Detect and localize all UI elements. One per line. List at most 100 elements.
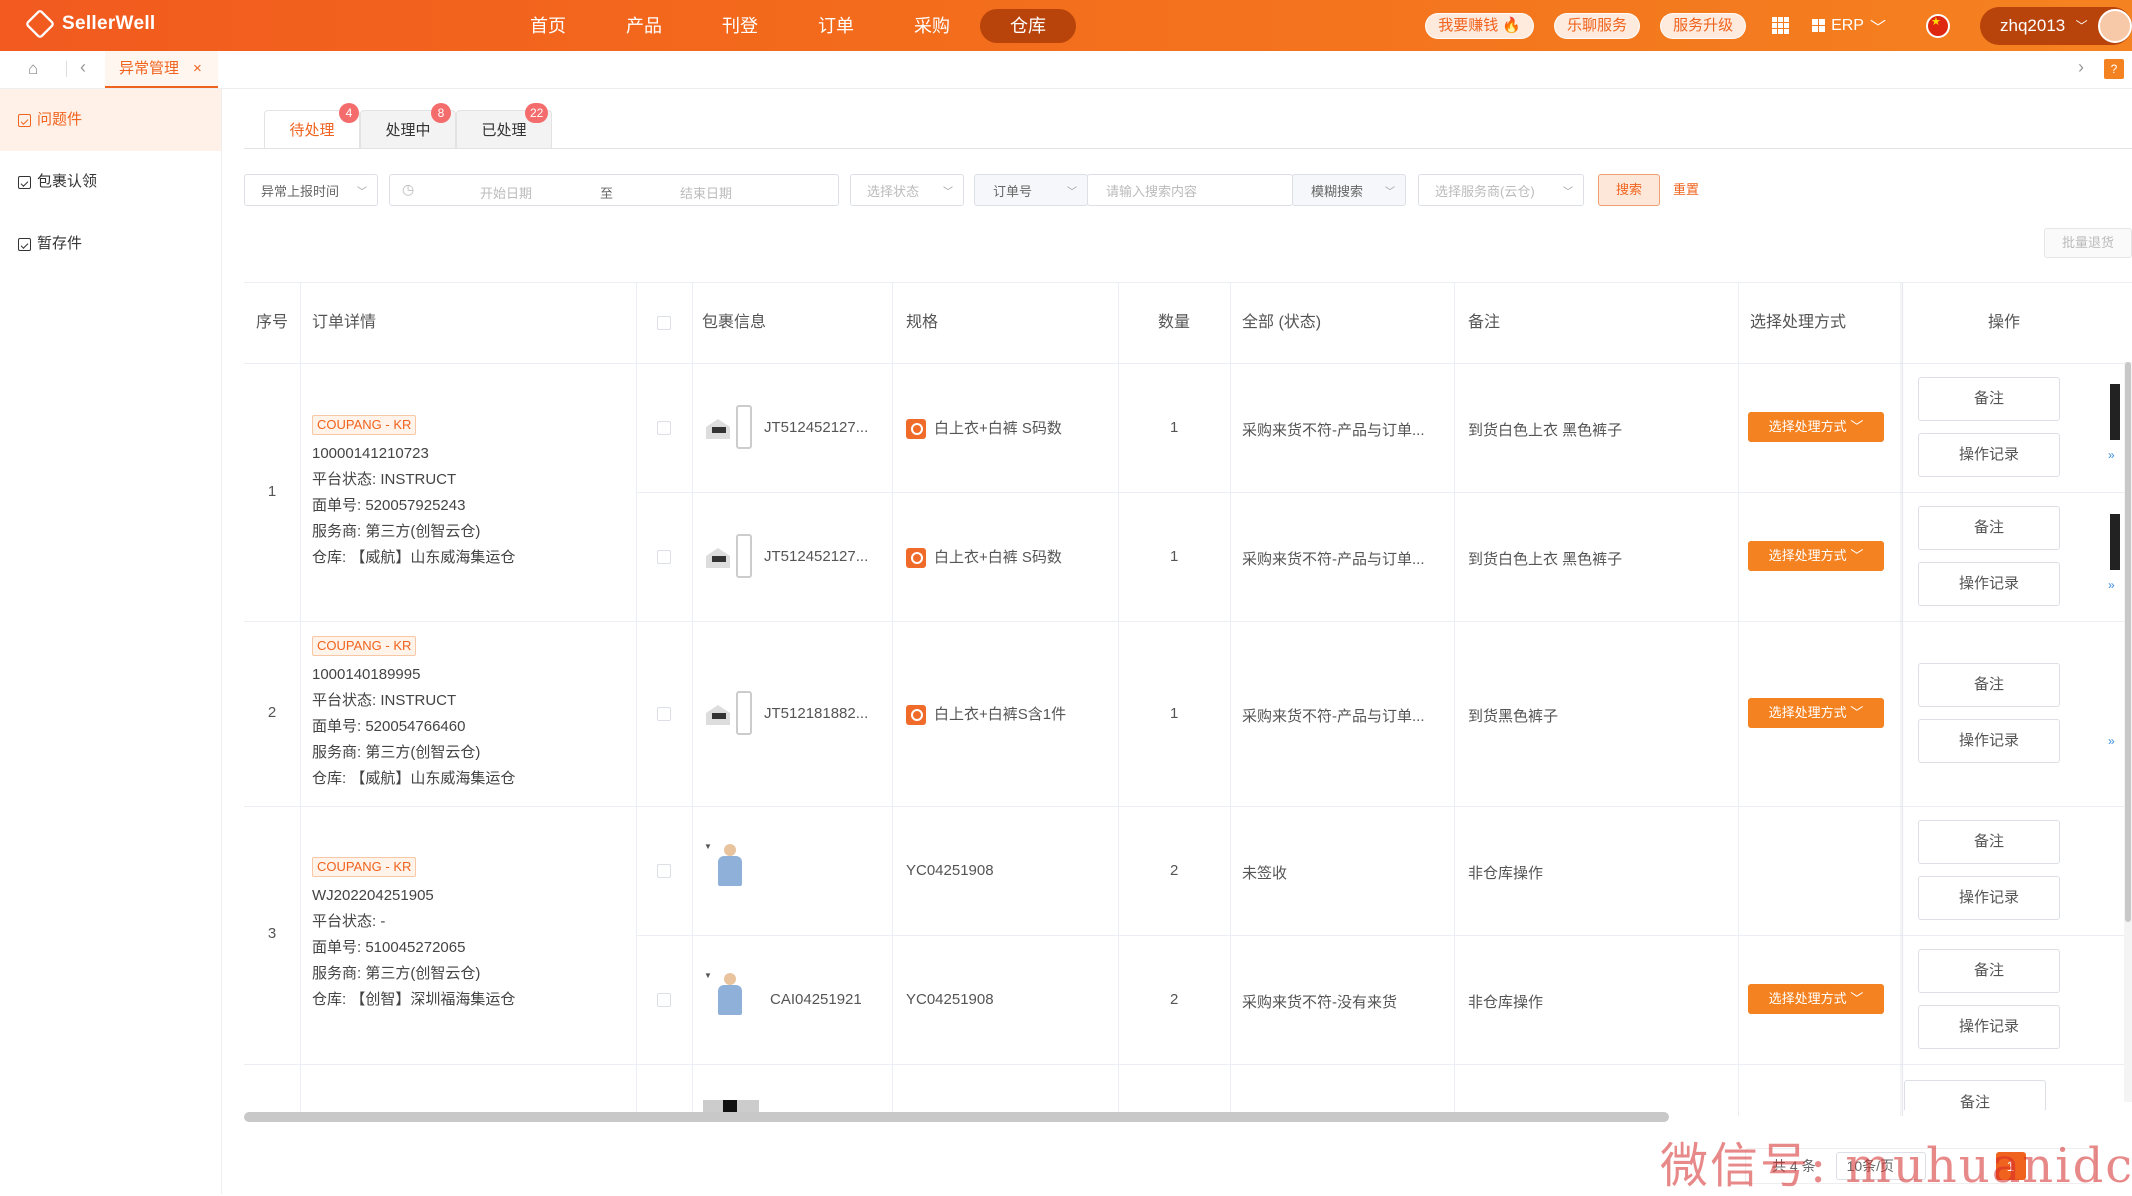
sidebar-item-temp-storage[interactable]: 暂存件: [0, 213, 221, 275]
sidebar-item-package-claim[interactable]: 包裹认领: [0, 151, 221, 213]
chat-service-button[interactable]: 乐聊服务: [1554, 12, 1641, 39]
search-icon[interactable]: [906, 548, 926, 569]
order-number[interactable]: WJ202204251905: [312, 883, 515, 909]
erp-menu[interactable]: ERP ﹀: [1812, 14, 1886, 38]
nav-home[interactable]: 首页: [500, 9, 596, 43]
product-thumbnail[interactable]: ▼: [704, 971, 756, 1015]
operation-log-button[interactable]: 操作记录: [1918, 562, 2060, 606]
spec-text: 白上衣+白裤 S码数: [934, 549, 1062, 566]
chevron-down-icon: ﹀: [1850, 991, 1864, 1006]
select-all-checkbox[interactable]: [657, 316, 671, 330]
row-checkbox[interactable]: [657, 864, 671, 878]
app-name: SellerWell: [62, 13, 156, 34]
divider: [692, 283, 693, 1116]
order-number[interactable]: 1000140189995: [312, 662, 515, 688]
warehouse: 仓库: 【威航】山东威海集运仓: [312, 770, 516, 787]
divider: [636, 283, 637, 1116]
language-flag-icon[interactable]: [1926, 13, 1950, 38]
erp-label: ERP: [1831, 16, 1864, 34]
nav-products[interactable]: 产品: [596, 9, 692, 43]
vertical-scrollbar[interactable]: [2125, 362, 2131, 922]
quantity: 1: [1170, 419, 1179, 436]
status-select[interactable]: 选择状态 ﹀: [850, 174, 964, 206]
service-upgrade-button[interactable]: 服务升级: [1660, 12, 1747, 39]
warehouse: 仓库: 【创智】深圳福海集运仓: [312, 991, 516, 1008]
apps-grid-icon[interactable]: [1772, 16, 1791, 35]
order-number[interactable]: 10000141210723: [312, 441, 515, 467]
spec-text: 白上衣+白裤S含1件: [934, 706, 1067, 723]
tab-pending[interactable]: 待处理 4: [264, 103, 360, 149]
product-thumbnail[interactable]: [704, 691, 756, 735]
report-time-select[interactable]: 异常上报时间 ﹀: [244, 174, 378, 206]
pagination: 共 4 条 10条/页 1: [1745, 1148, 2097, 1184]
product-thumbnail[interactable]: [704, 534, 756, 578]
row-checkbox[interactable]: [657, 993, 671, 1007]
search-button[interactable]: 搜索: [1598, 174, 1660, 206]
chevron-down-icon: ﹀: [357, 187, 367, 198]
sidebar-item-problem-parcels[interactable]: 问题件: [0, 89, 221, 151]
chevron-right-icon[interactable]: ›: [2078, 57, 2084, 78]
note-button[interactable]: 备注: [1918, 949, 2060, 993]
platform-badge: COUPANG - KR: [312, 857, 417, 877]
note-button[interactable]: 备注: [1918, 820, 2060, 864]
chevron-down-icon: ﹀: [1869, 19, 1886, 37]
tab-processed[interactable]: 已处理 22: [456, 103, 552, 149]
tab-processing[interactable]: 处理中 8: [360, 103, 456, 149]
row-checkbox[interactable]: [657, 707, 671, 721]
page-size-select[interactable]: 10条/页: [1835, 1152, 1926, 1180]
home-icon[interactable]: ⌂: [28, 60, 46, 78]
platform-status: 平台状态: INSTRUCT: [312, 692, 457, 709]
batch-return-button[interactable]: 批量退货: [2044, 228, 2132, 258]
operation-log-button[interactable]: 操作记录: [1918, 876, 2060, 920]
note-button[interactable]: 备注: [1918, 663, 2060, 707]
chevron-left-icon[interactable]: ‹: [80, 57, 86, 78]
nav-purchase[interactable]: 采购: [884, 9, 980, 43]
header-actions: 我要赚钱 🔥 乐聊服务 服务升级 ERP ﹀ zhq2013 ﹀: [1425, 0, 2132, 51]
select-method-button[interactable]: 选择处理方式 ﹀: [1748, 698, 1884, 728]
note-button[interactable]: 备注: [1918, 506, 2060, 550]
horizontal-scrollbar[interactable]: [244, 1112, 1669, 1122]
link-icon: »: [2108, 734, 2115, 748]
end-date-input[interactable]: 结束日期: [680, 183, 732, 202]
nav-warehouse[interactable]: 仓库: [980, 9, 1076, 43]
reset-button[interactable]: 重置: [1673, 174, 1699, 206]
checkbox-icon: [18, 237, 31, 251]
note-button[interactable]: 备注: [1918, 377, 2060, 421]
chevron-down-icon: ﹀: [1850, 419, 1864, 434]
app-logo[interactable]: SellerWell: [24, 8, 156, 40]
select-method-button[interactable]: 选择处理方式 ﹀: [1748, 541, 1884, 571]
package-number[interactable]: JT512181882...: [764, 705, 868, 722]
select-method-button[interactable]: 选择处理方式 ﹀: [1748, 412, 1884, 442]
search-icon[interactable]: [906, 705, 926, 726]
operation-log-button[interactable]: 操作记录: [1918, 1005, 2060, 1049]
row-checkbox[interactable]: [657, 550, 671, 564]
package-number[interactable]: JT512452127...: [764, 548, 868, 565]
date-range-picker[interactable]: ◷ 开始日期 至 结束日期: [389, 174, 839, 206]
search-icon[interactable]: [906, 419, 926, 440]
earn-money-button[interactable]: 我要赚钱 🔥: [1425, 12, 1535, 39]
divider: [636, 492, 2132, 493]
select-method-button[interactable]: 选择处理方式 ﹀: [1748, 984, 1884, 1014]
note-button[interactable]: 备注: [1904, 1080, 2046, 1110]
row-checkbox[interactable]: [657, 421, 671, 435]
chevron-down-icon: ﹀: [2075, 19, 2088, 33]
header-status: 全部 (状态): [1242, 314, 1322, 331]
user-menu[interactable]: zhq2013 ﹀: [1980, 6, 2132, 45]
operation-log-button[interactable]: 操作记录: [1918, 433, 2060, 477]
provider-select[interactable]: 选择服务商(云仓) ﹀: [1418, 174, 1584, 206]
current-page[interactable]: 1: [1995, 1152, 2026, 1180]
help-icon[interactable]: ?: [2104, 59, 2124, 79]
nav-orders[interactable]: 订单: [788, 9, 884, 43]
product-thumbnail[interactable]: [704, 405, 756, 449]
nav-listing[interactable]: 刊登: [692, 9, 788, 43]
tag-exception-management[interactable]: 异常管理 ×: [105, 51, 218, 88]
product-thumbnail[interactable]: ▼: [704, 842, 756, 886]
close-icon[interactable]: ×: [193, 60, 202, 77]
search-input[interactable]: 请输入搜索内容: [1087, 174, 1293, 206]
package-number[interactable]: CAI04251921: [770, 991, 862, 1008]
operation-log-button[interactable]: 操作记录: [1918, 719, 2060, 763]
start-date-input[interactable]: 开始日期: [480, 183, 532, 202]
package-number[interactable]: JT512452127...: [764, 419, 868, 436]
search-field-select[interactable]: 订单号 ﹀: [974, 174, 1088, 206]
fuzzy-search-select[interactable]: 模糊搜索 ﹀: [1292, 174, 1406, 206]
